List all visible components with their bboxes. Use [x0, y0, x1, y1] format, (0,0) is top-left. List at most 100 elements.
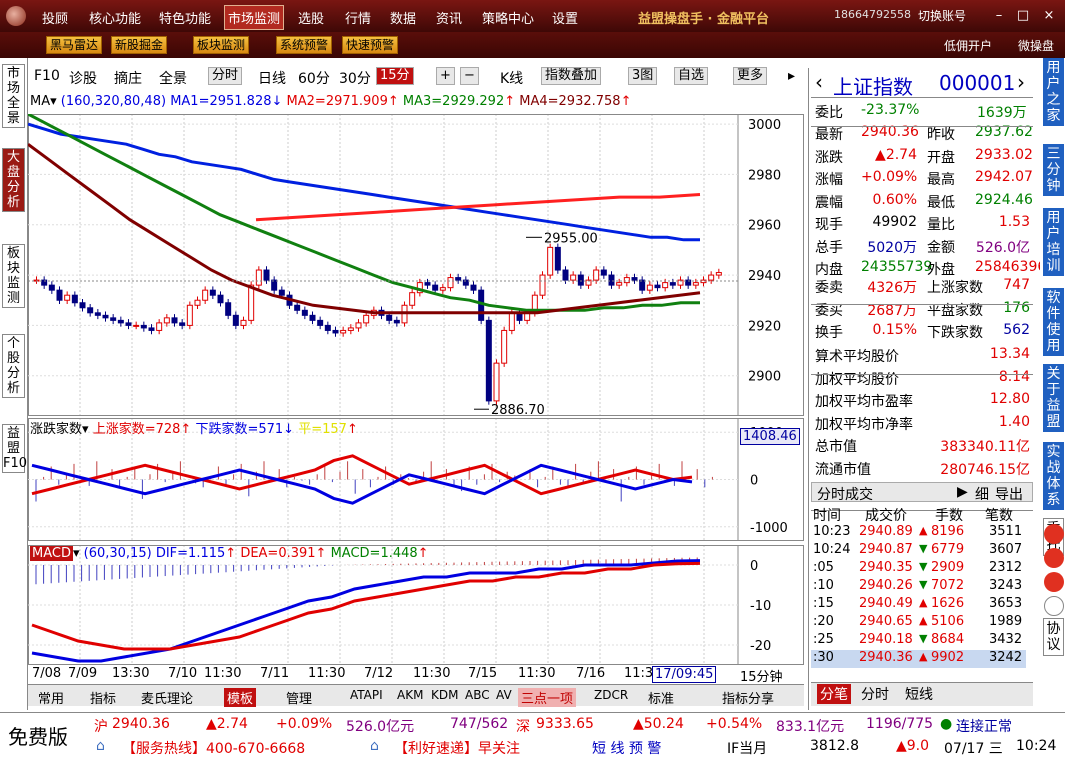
watchlist-button[interactable]: 自选 — [674, 67, 709, 85]
qq-icon[interactable] — [1044, 572, 1064, 592]
good-news-link[interactable]: 【利好速递】早关注 — [394, 738, 520, 758]
candle — [409, 292, 416, 306]
tab-sector-monitor[interactable]: 板块监测 — [2, 244, 25, 308]
quick-alert-button[interactable]: 快速预警 — [342, 36, 399, 54]
home-icon[interactable]: ⌂ — [96, 738, 105, 754]
export-button[interactable]: 导出 — [995, 484, 1023, 504]
kline-chart[interactable]: 3000 2980 2960 2940 2920 2900 2955.00 2886.70 — [28, 114, 804, 416]
tab-akm[interactable]: AKM — [397, 688, 423, 702]
menu-strategy[interactable]: 策略中心 — [482, 8, 534, 27]
short-alert-link[interactable]: 短 线 预 警 — [592, 738, 661, 758]
updown-label[interactable]: 涨跌家数 — [30, 422, 82, 437]
menu-data[interactable]: 数据 — [390, 8, 416, 27]
intraday-button[interactable]: 分时 — [208, 67, 243, 85]
clock-icon[interactable] — [1044, 596, 1064, 616]
menu-market-monitor[interactable]: 市场监测 — [224, 5, 285, 30]
side-link-0[interactable]: 用户之家 — [1043, 58, 1064, 126]
menu-feature[interactable]: 特色功能 — [159, 8, 211, 27]
tab-av[interactable]: AV — [496, 688, 512, 702]
trade-price: 2940.18 — [859, 632, 913, 647]
y-tick-label: 2920 — [748, 319, 781, 334]
detail-button[interactable]: 细 — [975, 484, 989, 504]
ma-label[interactable]: MA — [30, 94, 50, 109]
side-link-5[interactable]: 实战体系 — [1043, 442, 1064, 510]
black-horse-radar-button[interactable]: 黑马雷达 — [46, 36, 103, 54]
kline-button[interactable]: K线 — [500, 68, 523, 88]
quote-label: 加权平均股价 — [815, 371, 899, 388]
service-hotline[interactable]: 【服务热线】400-670-6668 — [122, 738, 305, 758]
tab-atapi[interactable]: ATAPI — [350, 688, 383, 702]
menu-select-stock[interactable]: 选股 — [298, 8, 324, 27]
minimize-icon[interactable]: – — [990, 7, 1008, 25]
macd-chart[interactable]: 0 -10 -20 — [28, 545, 804, 665]
panorama-button[interactable]: 全景 — [159, 68, 187, 88]
tab-template[interactable]: 模板 — [224, 688, 257, 707]
zhuang-button[interactable]: 摘庄 — [114, 68, 142, 88]
tab-zdcr[interactable]: ZDCR — [594, 688, 628, 702]
low-fee-account-link[interactable]: 低佣开户 — [944, 37, 992, 54]
dropdown-icon[interactable]: ▾ — [82, 422, 89, 437]
tab-shortline[interactable]: 短线 — [905, 684, 933, 704]
side-link-3[interactable]: 软件使用 — [1043, 288, 1064, 356]
chat-icon[interactable] — [1044, 524, 1064, 544]
more-button[interactable]: 更多 — [733, 67, 768, 85]
dropdown-icon[interactable]: ▾ — [73, 546, 80, 561]
tab-share[interactable]: 指标分享 — [722, 688, 774, 707]
side-link-4[interactable]: 关于益盟 — [1043, 364, 1064, 432]
dropdown-icon[interactable]: ▾ — [50, 94, 57, 109]
diagnose-button[interactable]: 诊股 — [69, 68, 97, 88]
period-15-button[interactable]: 15分 — [376, 67, 414, 85]
menu-quotes[interactable]: 行情 — [345, 8, 371, 27]
close-icon[interactable]: × — [1040, 7, 1058, 25]
new-stock-button[interactable]: 新股掘金 — [111, 36, 168, 54]
f10-button[interactable]: F10 — [34, 68, 60, 84]
tab-common[interactable]: 常用 — [38, 688, 64, 707]
prev-stock-icon[interactable]: ‹ — [815, 70, 823, 94]
period-30-button[interactable]: 30分 — [339, 68, 371, 88]
tab-kdm[interactable]: KDM — [431, 688, 458, 702]
tab-stock-analysis[interactable]: 个股分析 — [2, 334, 25, 398]
quote-label: 总手 — [815, 239, 843, 256]
home-icon[interactable]: ⌂ — [370, 738, 379, 754]
menu-settings[interactable]: 设置 — [552, 8, 578, 27]
flat-count: 平=157 — [298, 422, 347, 437]
tab-f10[interactable]: 益盟F10 — [2, 424, 27, 473]
chat-icon[interactable] — [1044, 548, 1064, 568]
menu-core[interactable]: 核心功能 — [89, 8, 141, 27]
quote-label: 换手 — [815, 325, 843, 341]
candle — [271, 279, 278, 291]
menu-news[interactable]: 资讯 — [436, 8, 462, 27]
tab-mai-theory[interactable]: 麦氏理论 — [141, 688, 193, 707]
period-60-button[interactable]: 60分 — [298, 68, 330, 88]
zoom-out-icon[interactable]: − — [460, 67, 479, 85]
side-link-1[interactable]: 三分钟 — [1043, 144, 1064, 196]
side-link-7[interactable]: 协议 — [1043, 618, 1064, 656]
index-overlay-button[interactable]: 指数叠加 — [541, 67, 602, 85]
macd-label[interactable]: MACD — [30, 546, 73, 561]
maximize-icon[interactable]: □ — [1014, 7, 1032, 25]
tab-abc[interactable]: ABC — [465, 688, 490, 702]
switch-account-link[interactable]: 切换账号 — [918, 7, 966, 24]
system-alert-button[interactable]: 系统预警 — [276, 36, 333, 54]
tab-indicator[interactable]: 指标 — [90, 688, 116, 707]
play-icon[interactable]: ▶ — [957, 484, 968, 500]
x-tick-label: 11:30 — [308, 666, 346, 681]
candle — [539, 274, 546, 296]
tab-three-points[interactable]: 三点一项 — [518, 688, 577, 707]
menu-tougu[interactable]: 投顾 — [42, 8, 68, 27]
micro-trade-link[interactable]: 微操盘 — [1018, 37, 1054, 54]
side-link-2[interactable]: 用户培训 — [1043, 208, 1064, 276]
next-stock-icon[interactable]: › — [1017, 70, 1025, 94]
tab-ticks[interactable]: 分笔 — [817, 684, 851, 704]
sector-monitor-button[interactable]: 板块监测 — [193, 36, 250, 54]
tab-market-overview[interactable]: 市场全景 — [2, 64, 25, 128]
tab-standard[interactable]: 标准 — [648, 688, 674, 707]
three-charts-button[interactable]: 3图 — [628, 67, 658, 85]
tab-manage[interactable]: 管理 — [286, 688, 312, 707]
collapse-icon[interactable]: ▸ — [788, 68, 795, 84]
candle — [623, 277, 630, 284]
tab-intraday[interactable]: 分时 — [861, 684, 889, 704]
tab-index-analysis[interactable]: 大盘分析 — [2, 148, 25, 212]
zoom-in-icon[interactable]: + — [436, 67, 455, 85]
daily-button[interactable]: 日线 — [258, 68, 286, 88]
